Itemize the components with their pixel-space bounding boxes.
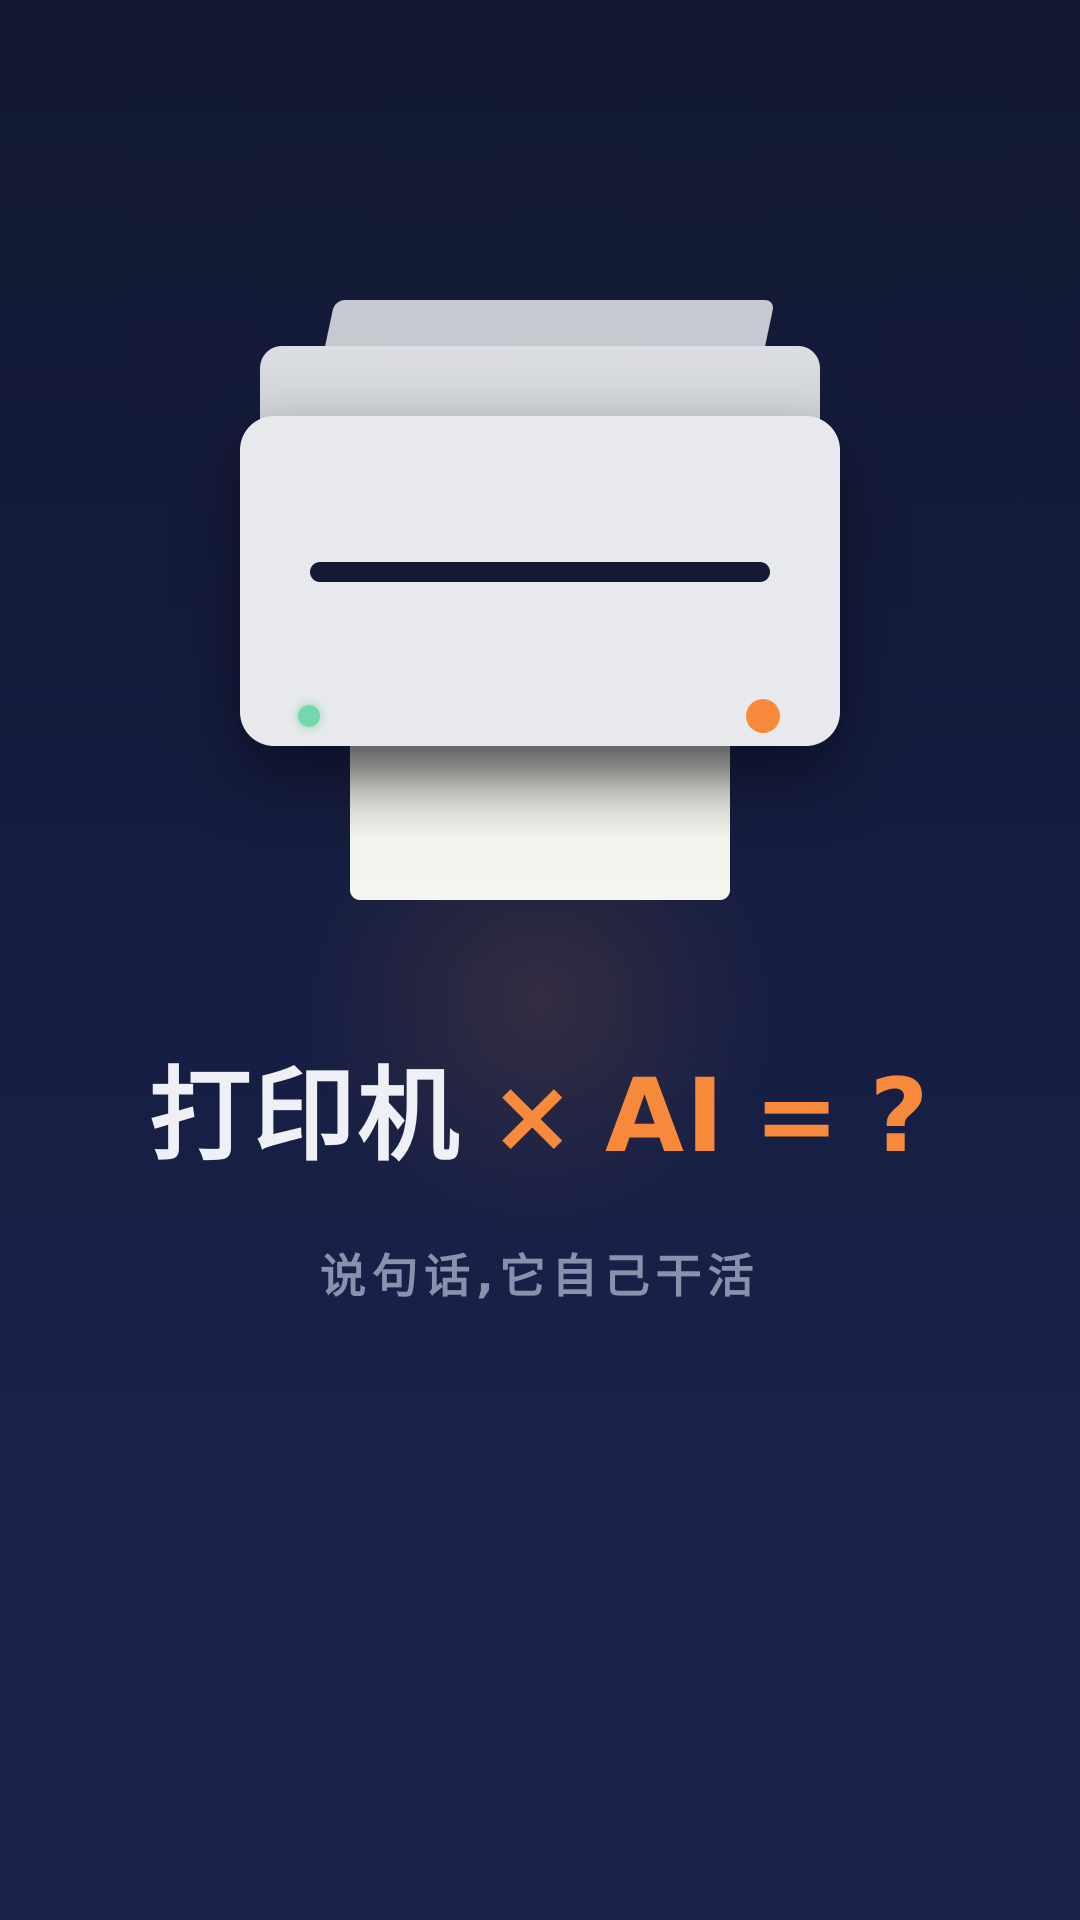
- printer-button-icon: [746, 699, 780, 733]
- printer-body: [240, 416, 840, 746]
- headline-equals: =: [753, 1057, 842, 1176]
- printer-illustration: [0, 0, 1080, 920]
- status-light-icon: [298, 705, 320, 727]
- subtitle: 说句话,它自己干活: [320, 1249, 760, 1303]
- headline-printer: 打印机: [149, 1057, 462, 1176]
- headline-ai: AI: [604, 1057, 726, 1176]
- headline-question: ?: [869, 1057, 931, 1176]
- printer-output-paper: [350, 746, 730, 900]
- headline: 打印机 × AI =?: [0, 1052, 1080, 1182]
- printer-paper-slot: [310, 562, 770, 582]
- headline-times: ×: [489, 1057, 577, 1176]
- printer-top-tray: [260, 346, 820, 426]
